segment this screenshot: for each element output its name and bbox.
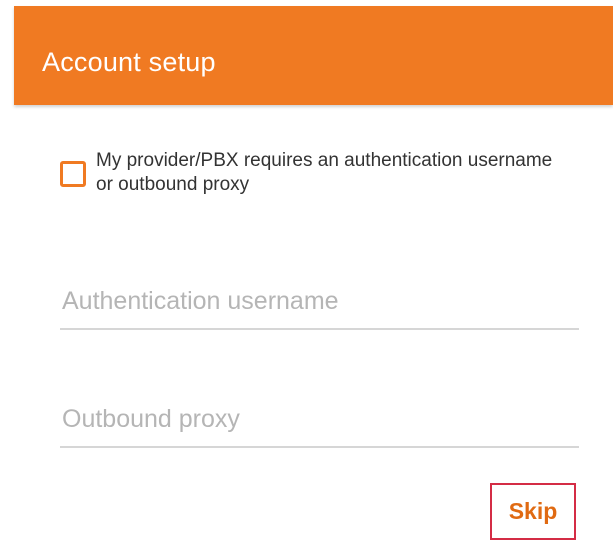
page-title: Account setup xyxy=(42,47,216,77)
account-setup-screen: Account setup My provider/PBX requires a… xyxy=(0,0,613,546)
auth-required-option[interactable]: My provider/PBX requires an authenticati… xyxy=(60,149,580,209)
auth-username-field[interactable] xyxy=(60,283,581,330)
skip-button[interactable]: Skip xyxy=(490,483,576,540)
app-bar: Account setup xyxy=(14,6,613,105)
auth-username-underline xyxy=(60,328,579,330)
auth-required-checkbox[interactable] xyxy=(60,161,86,187)
outbound-proxy-input[interactable] xyxy=(60,401,581,437)
auth-required-label[interactable]: My provider/PBX requires an authenticati… xyxy=(96,149,566,197)
outbound-proxy-underline xyxy=(60,446,579,448)
auth-username-input[interactable] xyxy=(60,283,581,319)
outbound-proxy-field[interactable] xyxy=(60,401,581,448)
